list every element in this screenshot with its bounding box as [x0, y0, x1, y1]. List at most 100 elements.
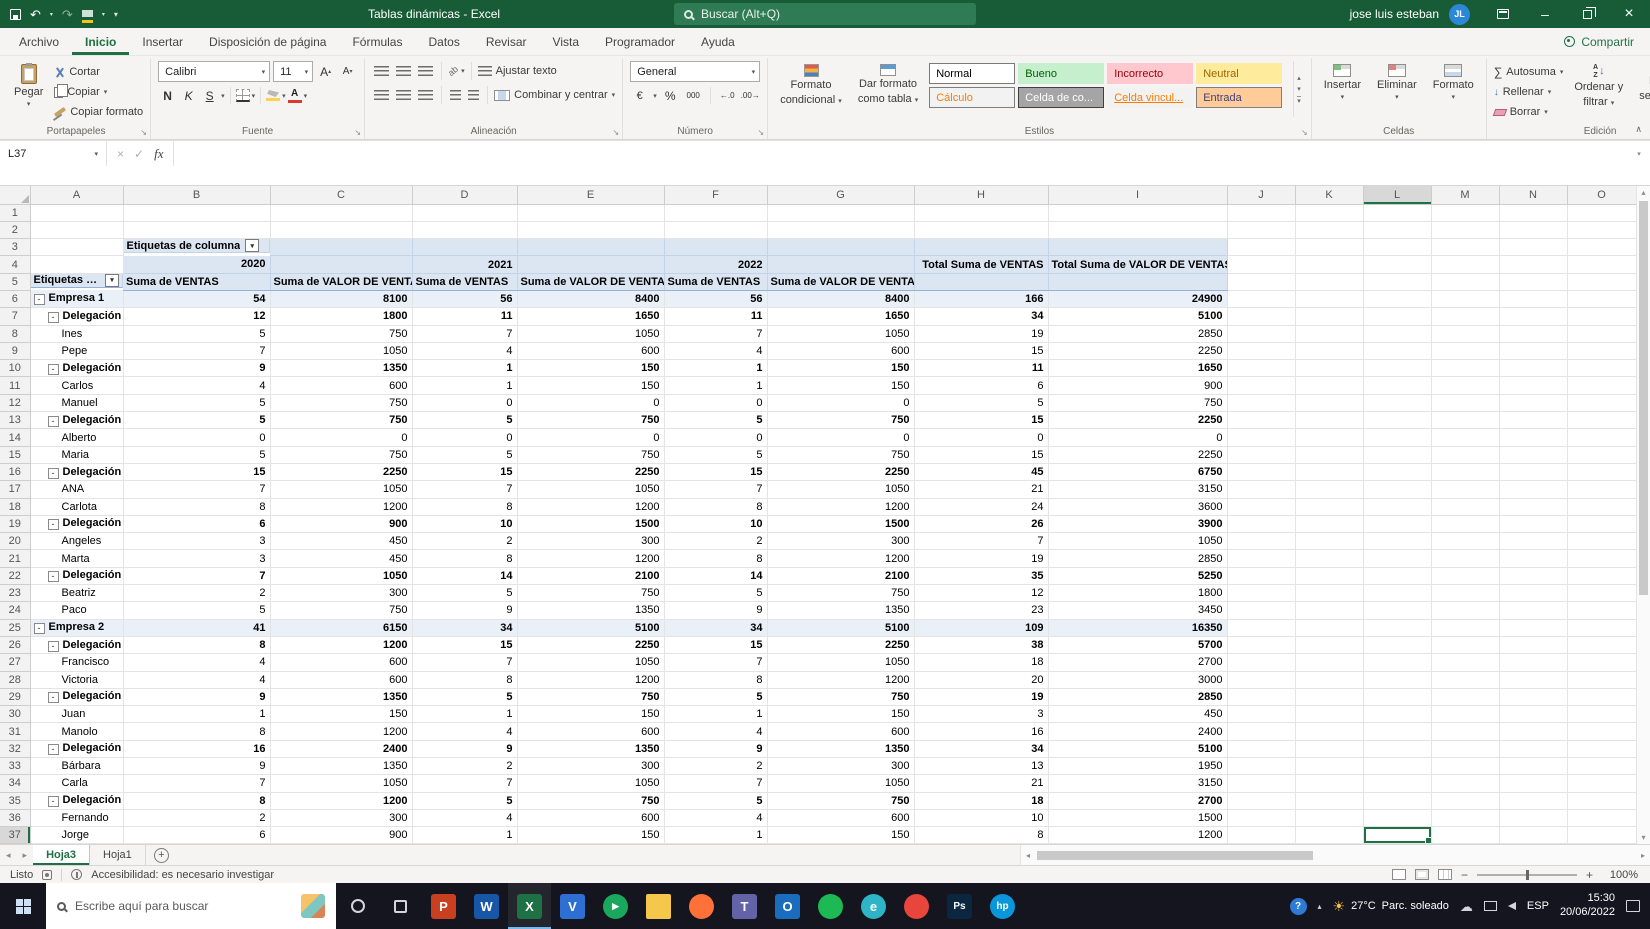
- cell-O21[interactable]: [1567, 549, 1637, 568]
- cell-F11[interactable]: 1: [664, 376, 768, 395]
- cell-M20[interactable]: [1431, 532, 1500, 551]
- cell-L29[interactable]: [1363, 688, 1432, 707]
- cell-H15[interactable]: 15: [914, 446, 1049, 464]
- cell-H35[interactable]: 18: [914, 792, 1049, 810]
- cell-M31[interactable]: [1431, 722, 1500, 741]
- cell-K30[interactable]: [1295, 705, 1364, 724]
- cell-F32[interactable]: 9: [664, 740, 768, 759]
- conditional-formatting-button[interactable]: Formato condicional ▾: [775, 61, 847, 109]
- cell-L2[interactable]: [1363, 221, 1432, 240]
- cell-I28[interactable]: 3000: [1048, 671, 1228, 689]
- cell-E5[interactable]: Suma de VALOR DE VENTAS: [517, 273, 665, 291]
- cell-E22[interactable]: 2100: [517, 567, 665, 586]
- ribbon-tab-datos[interactable]: Datos: [415, 28, 472, 55]
- orientation-dropdown-icon[interactable]: ▾: [461, 67, 465, 75]
- cell-K21[interactable]: [1295, 549, 1364, 568]
- alignment-dialog-launcher[interactable]: ↘: [612, 128, 619, 137]
- cell-O13[interactable]: [1567, 411, 1637, 430]
- cell-J24[interactable]: [1227, 601, 1296, 620]
- cell-B8[interactable]: 5: [123, 325, 271, 343]
- cell-J10[interactable]: [1227, 359, 1296, 378]
- cell-G22[interactable]: 2100: [767, 567, 915, 586]
- cell-C22[interactable]: 1050: [270, 567, 413, 586]
- cell-D21[interactable]: 8: [412, 549, 518, 568]
- cell-N25[interactable]: [1499, 619, 1568, 637]
- cell-C31[interactable]: 1200: [270, 722, 413, 741]
- cell-L1[interactable]: [1363, 204, 1432, 222]
- cell-F30[interactable]: 1: [664, 705, 768, 724]
- cell-H12[interactable]: 5: [914, 394, 1049, 413]
- cell-L7[interactable]: [1363, 307, 1432, 326]
- cell-H27[interactable]: 18: [914, 653, 1049, 672]
- cell-E37[interactable]: 150: [517, 826, 665, 844]
- cell-H32[interactable]: 34: [914, 740, 1049, 759]
- cell-C2[interactable]: [270, 221, 413, 240]
- cell-E27[interactable]: 1050: [517, 653, 665, 672]
- cell-M11[interactable]: [1431, 376, 1500, 395]
- cell-L23[interactable]: [1363, 584, 1432, 603]
- cell-K35[interactable]: [1295, 792, 1364, 810]
- cell-N4[interactable]: [1499, 255, 1568, 274]
- cell-I8[interactable]: 2850: [1048, 325, 1228, 343]
- cell-N31[interactable]: [1499, 722, 1568, 741]
- font-size-select[interactable]: 11 ▾: [273, 61, 314, 82]
- minimize-button[interactable]: –: [1524, 0, 1566, 28]
- cell-A21[interactable]: Marta: [30, 549, 124, 568]
- row-header-24[interactable]: 24: [0, 601, 31, 620]
- cell-J36[interactable]: [1227, 809, 1296, 828]
- cell-L13[interactable]: [1363, 411, 1432, 430]
- cell-B2[interactable]: [123, 221, 271, 240]
- col-header-D[interactable]: D: [412, 186, 518, 205]
- cell-I7[interactable]: 5100: [1048, 307, 1228, 326]
- cell-B9[interactable]: 7: [123, 342, 271, 361]
- cell-H23[interactable]: 12: [914, 584, 1049, 603]
- cell-L37[interactable]: [1363, 826, 1432, 844]
- cell-A7[interactable]: -Delegación 1: [30, 307, 124, 326]
- cell-O33[interactable]: [1567, 757, 1637, 776]
- cell-E3[interactable]: [517, 238, 665, 257]
- cell-I24[interactable]: 3450: [1048, 601, 1228, 620]
- gallery-up-icon[interactable]: ▴: [1297, 74, 1301, 82]
- cell-N10[interactable]: [1499, 359, 1568, 378]
- cell-K2[interactable]: [1295, 221, 1364, 240]
- col-header-I[interactable]: I: [1048, 186, 1228, 205]
- cell-B12[interactable]: 5: [123, 394, 271, 413]
- cell-H21[interactable]: 19: [914, 549, 1049, 568]
- cell-A1[interactable]: [30, 204, 124, 222]
- row-header-36[interactable]: 36: [0, 809, 31, 828]
- cell-E24[interactable]: 1350: [517, 601, 665, 620]
- ribbon-tab-vista[interactable]: Vista: [540, 28, 592, 55]
- cancel-formula-icon[interactable]: ×: [117, 147, 124, 161]
- cell-K23[interactable]: [1295, 584, 1364, 603]
- cell-E29[interactable]: 750: [517, 688, 665, 707]
- col-header-L[interactable]: L: [1363, 186, 1432, 205]
- scroll-up-icon[interactable]: ▴: [1641, 188, 1645, 197]
- undo-icon[interactable]: ↶: [30, 8, 41, 21]
- cell-N34[interactable]: [1499, 774, 1568, 793]
- cell-G23[interactable]: 750: [767, 584, 915, 603]
- cell-C21[interactable]: 450: [270, 549, 413, 568]
- cell-C37[interactable]: 900: [270, 826, 413, 844]
- cell-I5[interactable]: [1048, 273, 1228, 291]
- collapse-delegacion-2-button[interactable]: -: [47, 363, 59, 375]
- user-name[interactable]: jose luis esteban: [1350, 7, 1439, 21]
- cell-K13[interactable]: [1295, 411, 1364, 430]
- cell-N20[interactable]: [1499, 532, 1568, 551]
- row-header-32[interactable]: 32: [0, 740, 31, 759]
- cell-M10[interactable]: [1431, 359, 1500, 378]
- cell-J34[interactable]: [1227, 774, 1296, 793]
- cell-N27[interactable]: [1499, 653, 1568, 672]
- cell-J6[interactable]: [1227, 290, 1296, 309]
- cell-B27[interactable]: 4: [123, 653, 271, 672]
- cell-G20[interactable]: 300: [767, 532, 915, 551]
- cell-A17[interactable]: ANA: [30, 480, 124, 499]
- cell-G1[interactable]: [767, 204, 915, 222]
- collapse-ribbon-icon[interactable]: ∧: [1635, 124, 1642, 135]
- cell-O28[interactable]: [1567, 671, 1637, 689]
- cell-A4[interactable]: [30, 255, 124, 274]
- maximize-button[interactable]: [1566, 0, 1608, 28]
- cell-N26[interactable]: [1499, 636, 1568, 655]
- cell-D32[interactable]: 9: [412, 740, 518, 759]
- taskbar-app-outlook[interactable]: O: [766, 883, 809, 929]
- cell-K17[interactable]: [1295, 480, 1364, 499]
